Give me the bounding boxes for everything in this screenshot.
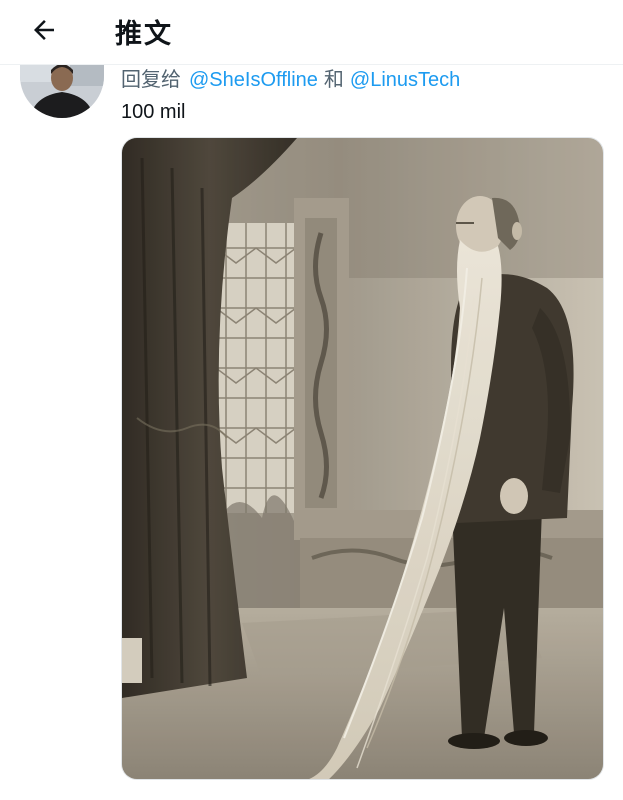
tweet-photo[interactable] [121,137,604,780]
tweet-text: 100 mil [121,101,186,123]
reply-prefix: 回复给 [121,69,181,91]
reply-conjunction: 和 [323,69,344,91]
reply-handle-sheisoffline[interactable]: @SheIsOffline [189,69,318,91]
sepia-photo-icon [122,138,603,779]
arrow-left-icon [34,20,54,40]
top-bar: 推文 [0,0,623,64]
tweet-detail-screen: 推文 回复给 @SheIsOffline 和 @LinusTech 100 mil [0,0,623,800]
page-title: 推文 [115,19,173,50]
reply-context: 回复给 @SheIsOffline 和 @LinusTech [121,63,460,92]
back-button[interactable] [18,10,70,50]
header-divider [0,64,623,65]
reply-handle-linustech[interactable]: @LinusTech [350,69,460,91]
